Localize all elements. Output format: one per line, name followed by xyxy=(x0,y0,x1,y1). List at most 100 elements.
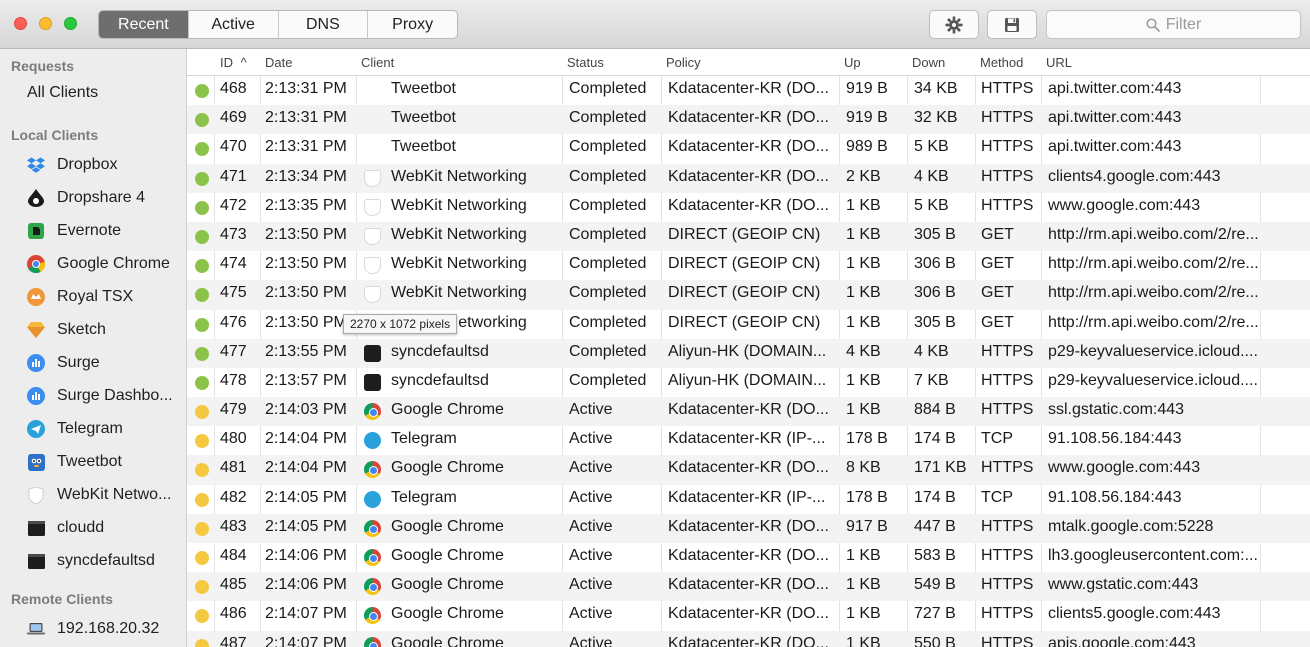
cell-url: ssl.gstatic.com:443 xyxy=(1048,401,1185,419)
column-header-status[interactable]: Status xyxy=(567,55,604,70)
sidebar-item-sketch[interactable]: Sketch xyxy=(0,315,186,345)
sidebar-item-google-chrome[interactable]: Google Chrome xyxy=(0,249,186,279)
terminal-icon xyxy=(27,519,45,537)
table-row[interactable]: 484 2:14:06 PM Google Chrome Active Kdatacen… xyxy=(187,543,1310,572)
close-window-button[interactable] xyxy=(14,17,27,30)
tab-proxy[interactable]: Proxy xyxy=(368,11,457,38)
size-tooltip: 2270 x 1072 pixels xyxy=(343,314,458,334)
sidebar-item-royal-tsx[interactable]: Royal TSX xyxy=(0,282,186,312)
sidebar-item-webkit[interactable]: WebKit Netwo... xyxy=(0,480,186,510)
cell-policy: DIRECT (GEOIP CN) xyxy=(668,225,821,243)
table-row[interactable]: 478 2:13:57 PM syncdefaultsd Completed Aliyu… xyxy=(187,368,1310,397)
table-row[interactable]: 470 2:13:31 PM Tweetbot Completed Kdatacente… xyxy=(187,134,1310,163)
table-row[interactable]: 469 2:13:31 PM Tweetbot Completed Kdatacente… xyxy=(187,105,1310,135)
cell-up: 1 KB xyxy=(846,225,881,243)
settings-button[interactable] xyxy=(929,10,979,39)
column-header-method[interactable]: Method xyxy=(980,55,1023,70)
cell-down: 727 B xyxy=(914,605,956,623)
cell-policy: Kdatacenter-KR (DO... xyxy=(668,109,829,127)
cell-policy: Kdatacenter-KR (IP-... xyxy=(668,488,826,506)
column-header-id[interactable]: ID ^ xyxy=(220,55,247,70)
table-row[interactable]: 481 2:14:04 PM Google Chrome Active Kdatacen… xyxy=(187,455,1310,485)
cell-policy: DIRECT (GEOIP CN) xyxy=(668,284,821,302)
webkit-icon xyxy=(364,286,381,304)
table-row[interactable]: 479 2:14:03 PM Google Chrome Active Kdatacen… xyxy=(187,397,1310,427)
cell-id: 487 xyxy=(220,634,247,647)
filter-input[interactable]: Filter xyxy=(1046,10,1301,39)
surge-icon xyxy=(27,354,45,372)
sidebar-item-telegram[interactable]: Telegram xyxy=(0,414,186,444)
cell-date: 2:14:05 PM xyxy=(265,488,347,506)
sidebar-item-surge-dashboard[interactable]: Surge Dashbo... xyxy=(0,381,186,411)
cell-url: http://rm.api.weibo.com/2/re... xyxy=(1048,284,1258,302)
cell-status: Completed xyxy=(569,196,647,214)
sidebar-item-remote-client[interactable]: 192.168.20.32 xyxy=(0,614,186,644)
cell-url: clients4.google.com:443 xyxy=(1048,167,1221,185)
column-header-date[interactable]: Date xyxy=(265,55,292,70)
cell-method: HTTPS xyxy=(981,80,1034,97)
tab-dns[interactable]: DNS xyxy=(279,11,369,38)
minimize-window-button[interactable] xyxy=(39,17,52,30)
sidebar-item-syncdefaultsd[interactable]: syncdefaultsd xyxy=(0,546,186,576)
column-header-down[interactable]: Down xyxy=(912,55,945,70)
column-header-url[interactable]: URL xyxy=(1046,55,1072,70)
chrome-icon xyxy=(364,461,381,479)
cell-client: Google Chrome xyxy=(391,517,504,535)
cell-policy: Kdatacenter-KR (DO... xyxy=(668,80,829,97)
table-row[interactable]: 480 2:14:04 PM Telegram Active Kdatacenter-K… xyxy=(187,426,1310,455)
cell-client: WebKit Networking xyxy=(391,167,527,185)
cell-down: 34 KB xyxy=(914,80,958,97)
table-row[interactable]: 483 2:14:05 PM Google Chrome Active Kdatacen… xyxy=(187,513,1310,543)
table-row[interactable]: 471 2:13:34 PM WebKit Networking Completed K… xyxy=(187,163,1310,193)
chrome-icon xyxy=(364,578,381,596)
tweetbot-icon xyxy=(27,453,45,471)
sidebar-item-all-clients[interactable]: All Clients xyxy=(0,78,186,108)
sidebar-item-surge[interactable]: Surge xyxy=(0,348,186,378)
table-row[interactable]: 477 2:13:55 PM syncdefaultsd Completed Aliyu… xyxy=(187,338,1310,368)
cell-method: TCP xyxy=(981,488,1013,506)
cell-up: 2 KB xyxy=(846,167,881,185)
sidebar-item-dropshare[interactable]: Dropshare 4 xyxy=(0,183,186,213)
cell-method: HTTPS xyxy=(981,196,1034,214)
cell-status: Active xyxy=(569,605,613,623)
table-header: ID ^ Date Client Status Policy Up Down M… xyxy=(187,49,1310,76)
column-header-client[interactable]: Client xyxy=(361,55,394,70)
cell-date: 2:14:06 PM xyxy=(265,576,347,594)
table-row[interactable]: 486 2:14:07 PM Google Chrome Active Kdatacen… xyxy=(187,601,1310,630)
sidebar-item-dropbox[interactable]: Dropbox xyxy=(0,150,186,180)
table-row[interactable]: 473 2:13:50 PM WebKit Networking Completed D… xyxy=(187,221,1310,252)
table-row[interactable]: 475 2:13:50 PM WebKit Networking Completed D… xyxy=(187,280,1310,310)
completed-status-icon xyxy=(195,375,209,390)
cell-down: 174 B xyxy=(914,430,956,448)
floppy-disk-icon xyxy=(1005,17,1019,32)
cell-method: HTTPS xyxy=(981,517,1034,535)
sidebar-item-evernote[interactable]: Evernote xyxy=(0,216,186,246)
table-row[interactable]: 474 2:13:50 PM WebKit Networking Completed D… xyxy=(187,251,1310,280)
cell-policy: DIRECT (GEOIP CN) xyxy=(668,255,821,273)
cell-client: Google Chrome xyxy=(391,634,504,647)
active-status-icon xyxy=(195,405,209,420)
cell-id: 485 xyxy=(220,576,247,594)
save-button[interactable] xyxy=(987,10,1037,39)
tab-recent[interactable]: Recent xyxy=(99,11,189,38)
cell-url: p29-keyvalueservice.icloud.... xyxy=(1048,342,1258,360)
sidebar-item-tweetbot[interactable]: Tweetbot xyxy=(0,447,186,477)
table-row[interactable]: 485 2:14:06 PM Google Chrome Active Kdatacen… xyxy=(187,572,1310,602)
telegram-icon xyxy=(27,420,45,438)
active-status-icon xyxy=(195,521,209,536)
cell-client: syncdefaultsd xyxy=(391,371,489,389)
column-header-up[interactable]: Up xyxy=(844,55,861,70)
section-remote-clients: Remote Clients xyxy=(11,591,113,607)
table-row[interactable]: 487 2:14:07 PM Google Chrome Active Kdatacen… xyxy=(187,630,1310,647)
table-row[interactable]: 472 2:13:35 PM WebKit Networking Completed K… xyxy=(187,193,1310,222)
cell-down: 305 B xyxy=(914,313,956,331)
zoom-window-button[interactable] xyxy=(64,17,77,30)
table-row[interactable]: 482 2:14:05 PM Telegram Active Kdatacenter-K… xyxy=(187,485,1310,514)
cell-client: Tweetbot xyxy=(391,138,456,156)
sidebar-item-cloudd[interactable]: cloudd xyxy=(0,513,186,543)
cell-id: 475 xyxy=(220,284,247,302)
column-header-policy[interactable]: Policy xyxy=(666,55,701,70)
tab-active[interactable]: Active xyxy=(189,11,279,38)
cell-policy: Kdatacenter-KR (DO... xyxy=(668,634,829,647)
table-row[interactable]: 468 2:13:31 PM Tweetbot Completed Kdatacente… xyxy=(187,76,1310,105)
